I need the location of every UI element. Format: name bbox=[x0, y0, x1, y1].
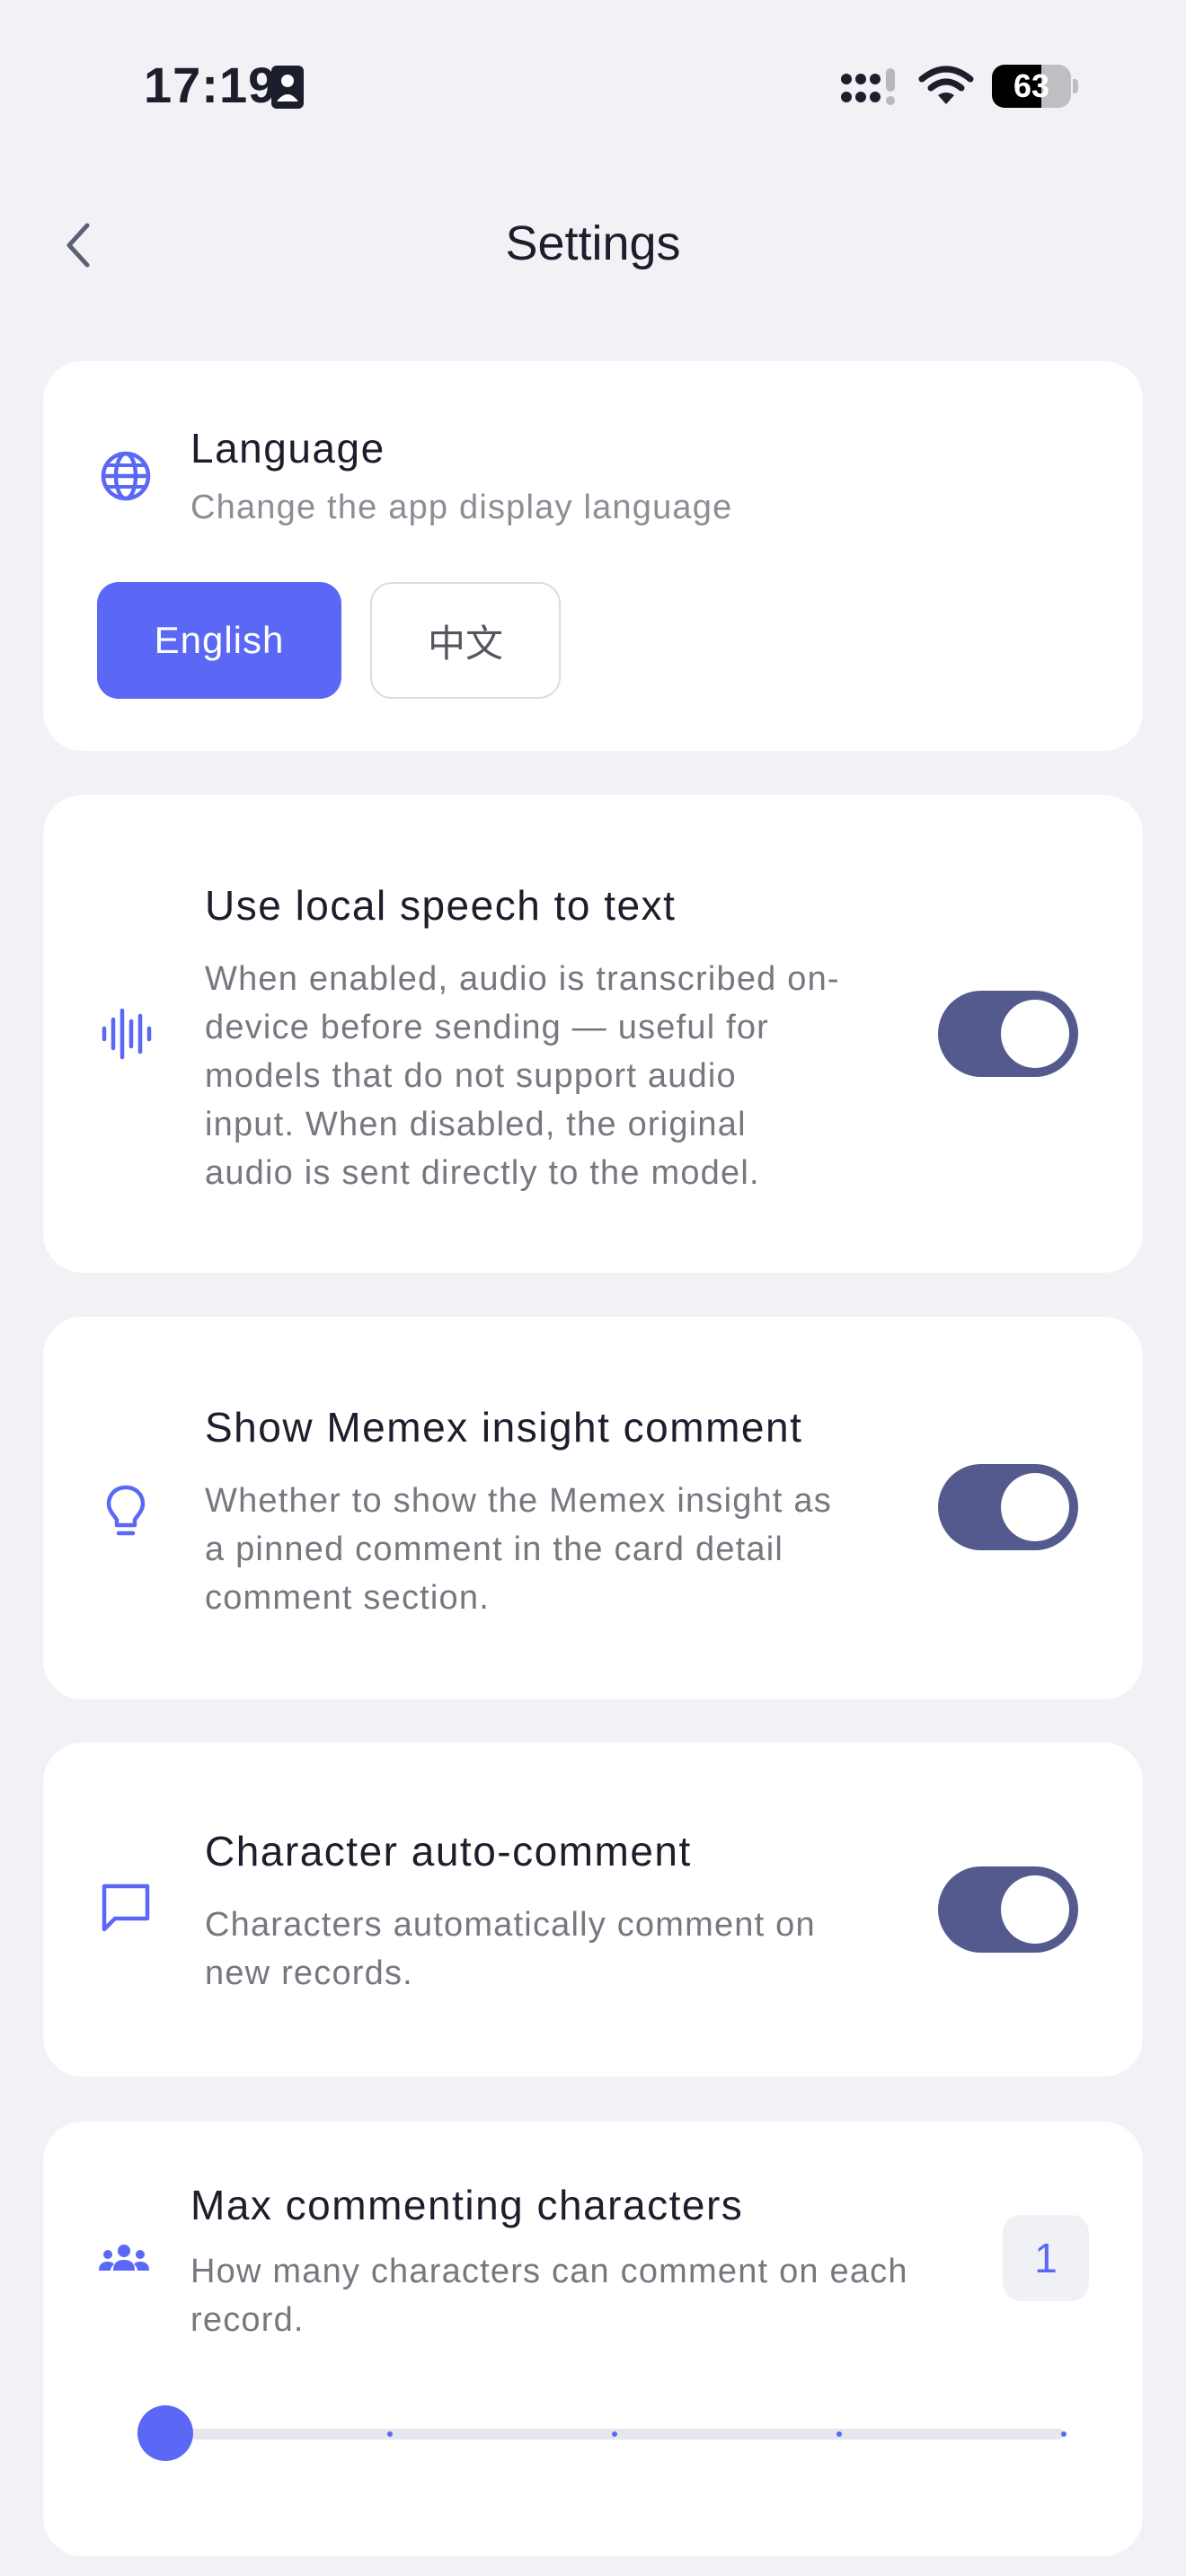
max-characters-slider[interactable] bbox=[137, 2405, 1067, 2461]
language-description: Change the app display language bbox=[190, 489, 733, 526]
memex-insight-card: Show Memex insight comment Whether to sh… bbox=[43, 1317, 1143, 1699]
status-time: 17:19 bbox=[144, 57, 278, 113]
auto-comment-description: Characters automatically comment on new … bbox=[205, 1906, 816, 1992]
language-card: Language Change the app display language… bbox=[43, 361, 1143, 751]
local-speech-to-text-card: Use local speech to text When enabled, a… bbox=[43, 795, 1143, 1273]
battery-percent: 63 bbox=[1013, 67, 1050, 104]
toggle-knob bbox=[1001, 1000, 1069, 1068]
max-characters-value: 1 bbox=[1003, 2215, 1089, 2301]
group-icon bbox=[99, 2245, 149, 2271]
max-characters-title: Max commenting characters bbox=[190, 2182, 744, 2228]
cellular-signal-icon bbox=[841, 68, 895, 105]
slider-thumb[interactable] bbox=[137, 2405, 193, 2461]
lightbulb-icon bbox=[106, 1485, 146, 1536]
language-option-chinese[interactable]: 中文 bbox=[370, 582, 561, 699]
max-characters-description: How many characters can comment on each … bbox=[190, 2253, 908, 2339]
auto-comment-toggle[interactable] bbox=[938, 1866, 1078, 1953]
insight-comment-description: Whether to show the Memex insight as a p… bbox=[205, 1482, 832, 1617]
battery-icon: 63 bbox=[992, 65, 1078, 108]
slider-step-dot bbox=[387, 2431, 393, 2437]
character-auto-comment-card: Character auto-comment Characters automa… bbox=[43, 1742, 1143, 2077]
slider-step-dot bbox=[612, 2431, 617, 2437]
globe-icon bbox=[101, 451, 151, 501]
language-option-english[interactable]: English bbox=[97, 582, 341, 699]
settings-screen: 17:19 63 Settings Language Change the ap… bbox=[0, 0, 1186, 2576]
waveform-icon bbox=[102, 1008, 152, 1060]
chat-bubble-icon bbox=[102, 1883, 150, 1932]
toggle-knob bbox=[1001, 1875, 1069, 1944]
local-stt-title: Use local speech to text bbox=[205, 882, 677, 929]
navigation-header: Settings bbox=[0, 189, 1186, 305]
language-title: Language bbox=[190, 425, 385, 472]
status-bar: 17:19 63 bbox=[0, 0, 1186, 171]
toggle-knob bbox=[1001, 1473, 1069, 1541]
insight-comment-title: Show Memex insight comment bbox=[205, 1404, 803, 1451]
insight-comment-toggle[interactable] bbox=[938, 1464, 1078, 1550]
max-commenting-characters-card: Max commenting characters How many chara… bbox=[43, 2122, 1143, 2556]
local-stt-toggle[interactable] bbox=[938, 991, 1078, 1077]
local-stt-description: When enabled, audio is transcribed on- d… bbox=[205, 960, 840, 1192]
contact-card-icon bbox=[271, 66, 304, 109]
slider-step-dot bbox=[1061, 2431, 1067, 2437]
page-title: Settings bbox=[505, 216, 681, 270]
auto-comment-title: Character auto-comment bbox=[205, 1828, 692, 1875]
slider-step-dot bbox=[836, 2431, 842, 2437]
wifi-icon bbox=[918, 66, 974, 104]
